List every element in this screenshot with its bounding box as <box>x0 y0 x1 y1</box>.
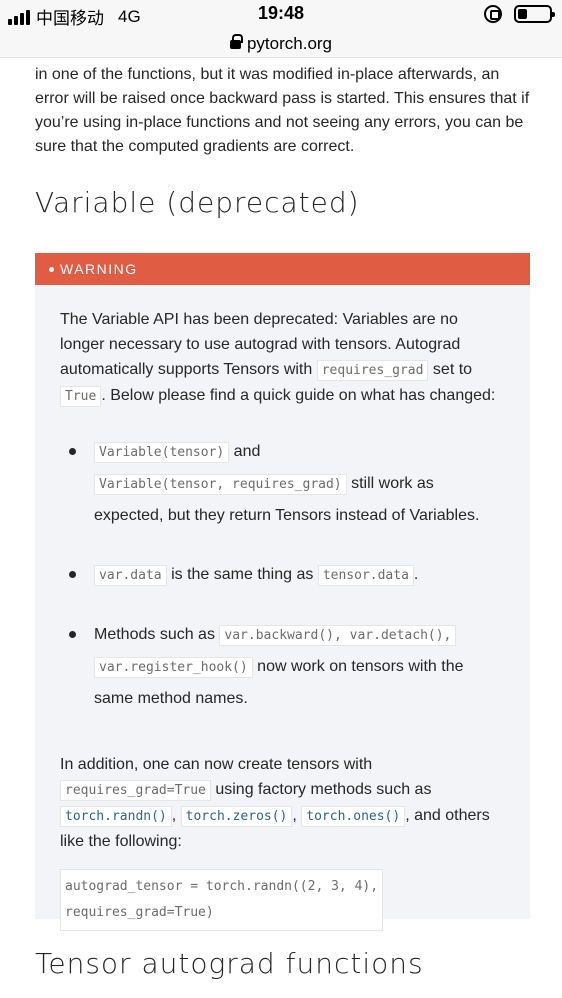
bullet-icon <box>49 266 54 272</box>
text-span: Methods such as <box>94 626 220 643</box>
code-line: requires_grad=True) <box>65 905 214 920</box>
inline-code: requires_grad=True <box>60 780 211 801</box>
inline-code: Variable(tensor, requires_grad) <box>94 474 347 495</box>
torch-randn-link[interactable]: torch.randn() <box>60 806 172 827</box>
inline-code: True <box>60 386 102 407</box>
text-span: and <box>229 443 261 460</box>
link-code[interactable]: torch.ones() <box>301 806 406 827</box>
warning-header: WARNING <box>35 253 530 285</box>
bullet-icon <box>69 571 76 578</box>
text-span: , <box>292 807 302 824</box>
text-span: , <box>171 807 181 824</box>
bullet-icon <box>69 631 76 638</box>
warning-body: The Variable API has been deprecated: Va… <box>35 285 530 931</box>
inline-code: var.data <box>94 565 167 586</box>
text-span: using factory methods such as <box>210 781 432 798</box>
torch-zeros-link[interactable]: torch.zeros() <box>180 806 293 827</box>
battery-icon <box>514 5 555 23</box>
code-line: autograd_tensor = torch.randn((2, 3, 4), <box>65 879 379 894</box>
inline-code: var.backward(), var.detach(), <box>219 625 457 646</box>
status-icons <box>484 5 555 23</box>
warning-paragraph: The Variable API has been deprecated: Va… <box>60 307 506 409</box>
orientation-lock-icon <box>484 5 502 23</box>
factory-paragraph: In addition, one can now create tensors … <box>60 752 506 854</box>
link-code[interactable]: torch.zeros() <box>180 806 293 827</box>
status-bar: 中国移动 4G 19:48 <box>0 0 562 30</box>
clock: 19:48 <box>257 3 305 23</box>
battery-level <box>518 9 527 19</box>
lock-icon <box>229 34 243 51</box>
inline-code: var.register_hook() <box>94 657 253 678</box>
list-item: var.data is the same thing as tensor.dat… <box>60 559 506 591</box>
torch-ones-link[interactable]: torch.ones() <box>301 806 406 827</box>
inline-code: requires_grad <box>316 360 429 381</box>
bullet-icon <box>69 448 76 455</box>
code-block: autograd_tensor = torch.randn((2, 3, 4),… <box>60 869 384 931</box>
text-span: set to <box>428 361 473 378</box>
list-item: Variable(tensor) and Variable(tensor, re… <box>60 436 506 531</box>
link-code[interactable]: torch.randn() <box>60 806 172 827</box>
intro-paragraph: in one of the functions, but it was modi… <box>35 66 530 155</box>
next-section-heading: Tensor autograd functions <box>35 947 424 980</box>
address-bar[interactable]: pytorch.org <box>0 30 562 58</box>
text-span: is the same thing as <box>166 566 318 583</box>
text-span: . Below please find a quick guide on wha… <box>101 387 496 404</box>
changes-list: Variable(tensor) and Variable(tensor, re… <box>60 436 506 714</box>
inline-code: tensor.data <box>317 565 414 586</box>
warning-title: WARNING <box>60 261 138 277</box>
list-item: Methods such as var.backward(), var.deta… <box>60 619 506 714</box>
text-span: In addition, one can now create tensors … <box>60 756 373 773</box>
text-span: . <box>413 566 419 583</box>
article-body: in one of the functions, but it was modi… <box>35 63 535 159</box>
warning-admonition: WARNING The Variable API has been deprec… <box>35 253 530 931</box>
section-heading: Variable (deprecated) <box>35 186 360 219</box>
url-domain[interactable]: pytorch.org <box>247 34 332 54</box>
inline-code: Variable(tensor) <box>94 442 230 463</box>
